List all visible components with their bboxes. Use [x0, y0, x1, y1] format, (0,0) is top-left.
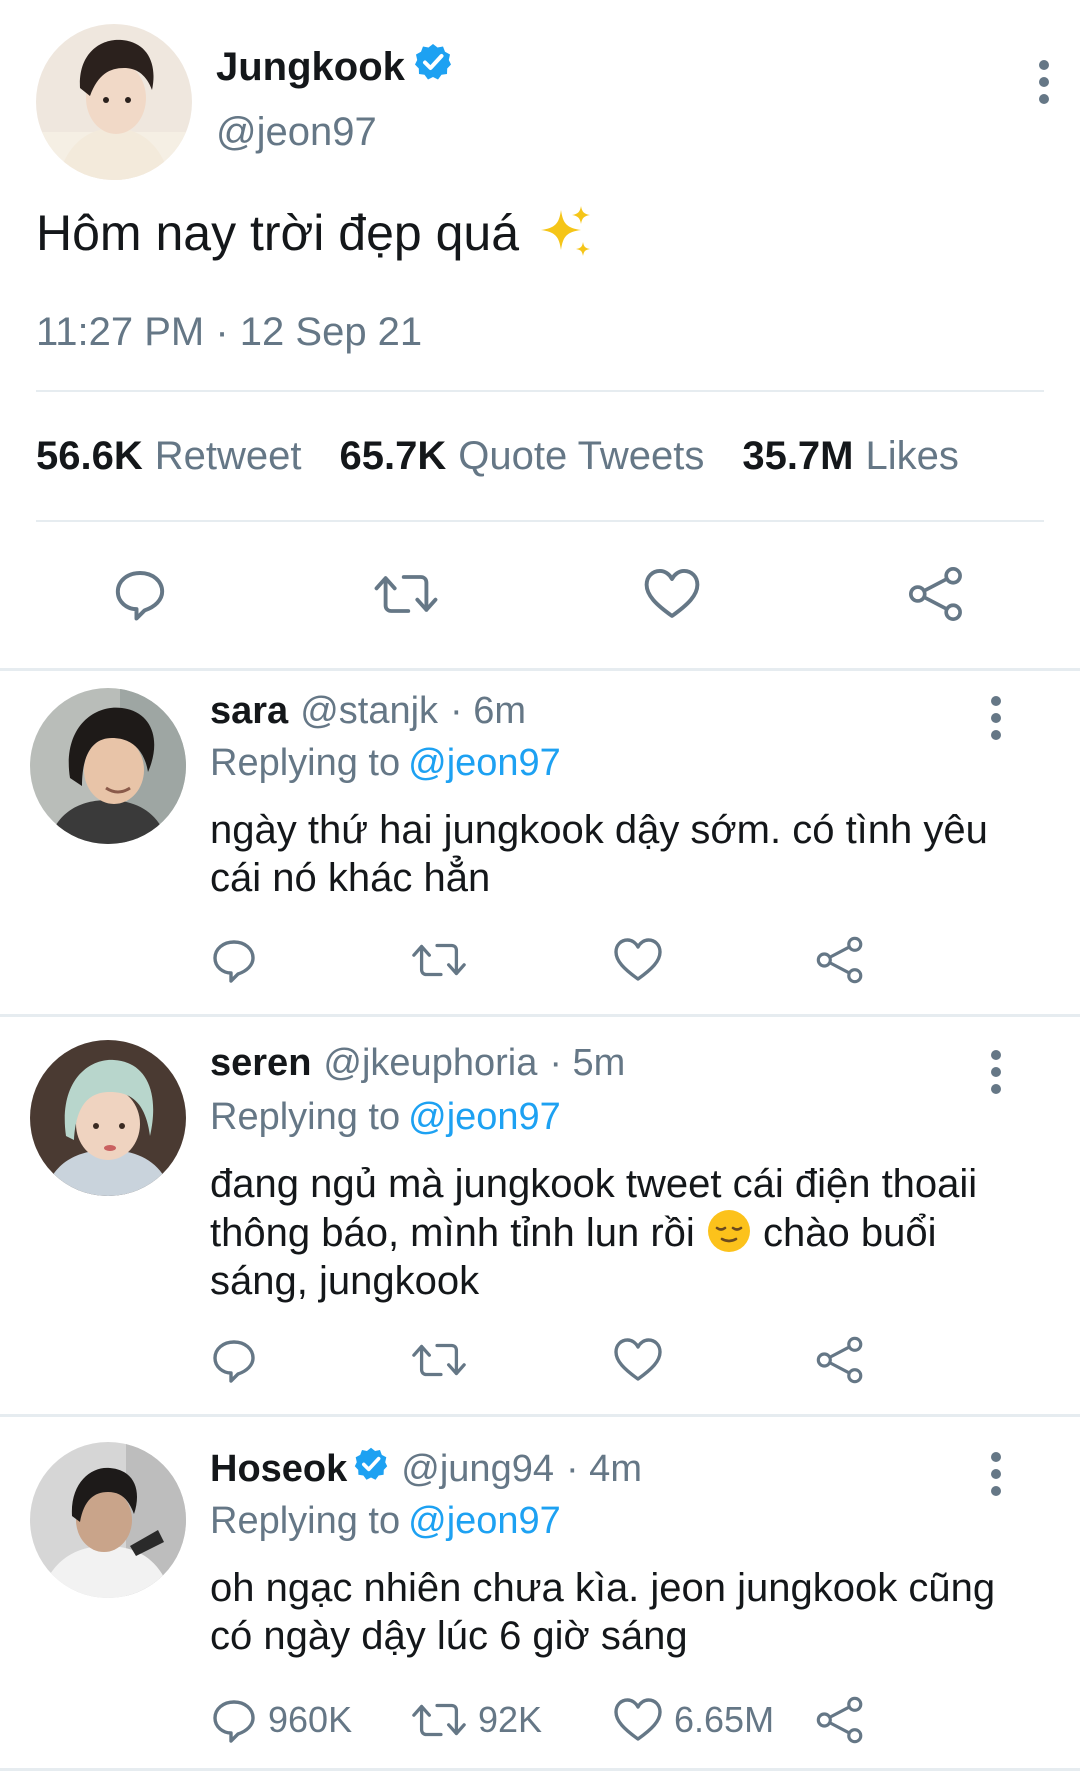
retweet-button[interactable]: 92K: [410, 1696, 542, 1744]
author-handle[interactable]: @jeon97: [216, 110, 377, 155]
reply-text: đang ngủ mà jungkook tweet cái điện thoa…: [210, 1160, 1010, 1305]
reply-author-name: Hoseok: [210, 1447, 348, 1490]
reply-author[interactable]: sara @stanjk · 6m: [210, 690, 526, 733]
retweet-icon: [410, 936, 468, 984]
more-icon[interactable]: [986, 696, 1006, 740]
reply-button[interactable]: [210, 1336, 258, 1384]
divider: [0, 1014, 1080, 1017]
replying-to: Replying to @jeon97: [210, 742, 561, 785]
reply-author-handle: @jkeuphoria: [323, 1042, 538, 1084]
tweet-text-content: Hôm nay trời đẹp quá: [36, 205, 520, 261]
tweet-stats: 56.6K Retweet 65.7K Quote Tweets 35.7M Like…: [36, 434, 997, 479]
retweet-count: 56.6K: [36, 434, 143, 478]
likes-stat[interactable]: 35.7M Likes: [742, 434, 959, 479]
like-button[interactable]: [642, 566, 702, 622]
like-icon: [612, 936, 664, 984]
like-count: 6.65M: [674, 1699, 775, 1740]
like-icon: [612, 1696, 664, 1744]
reply-button[interactable]: [112, 566, 168, 622]
reply-icon: [210, 936, 258, 984]
sparkles-icon: [541, 206, 591, 256]
verified-badge-icon: [353, 1446, 389, 1492]
reply-time: · 5m: [549, 1042, 626, 1084]
reply-icon: [210, 1336, 258, 1384]
replying-to: Replying to @jeon97: [210, 1096, 561, 1139]
verified-badge-icon: [413, 42, 453, 92]
reply-time: · 6m: [450, 690, 527, 732]
more-icon[interactable]: [1034, 60, 1054, 104]
reply-time: · 4m: [565, 1447, 642, 1490]
share-icon: [906, 566, 966, 622]
share-button[interactable]: [814, 1336, 866, 1384]
reply-button[interactable]: [210, 936, 258, 984]
retweet-icon: [410, 1336, 468, 1384]
retweet-count: 92K: [478, 1699, 543, 1740]
quote-tweets-stat[interactable]: 65.7K Quote Tweets: [340, 434, 705, 479]
reply-author[interactable]: seren @jkeuphoria · 5m: [210, 1042, 625, 1085]
reply-author-name: sara: [210, 690, 289, 732]
likes-label: Likes: [865, 434, 959, 478]
reply-author-handle: @jung94: [401, 1447, 554, 1490]
divider: [36, 390, 1044, 392]
quote-label: Quote Tweets: [458, 434, 705, 478]
reply-text: oh ngạc nhiên chưa kìa. jeon jungkook cũ…: [210, 1566, 996, 1658]
replying-to-label: Replying to: [210, 1500, 401, 1542]
retweet-icon: [410, 1696, 468, 1744]
avatar[interactable]: [30, 688, 186, 844]
mention-link[interactable]: @jeon97: [408, 1096, 561, 1138]
reply-text: ngày thứ hai jungkook dậy sớm. có tình y…: [210, 808, 988, 900]
retweet-stat[interactable]: 56.6K Retweet: [36, 434, 302, 479]
share-button[interactable]: [814, 936, 866, 984]
retweet-label: Retweet: [154, 434, 302, 478]
mention-link[interactable]: @jeon97: [408, 1500, 561, 1542]
reply-author-handle: @stanjk: [300, 690, 439, 732]
share-icon: [814, 1336, 866, 1384]
tweet-timestamp[interactable]: 11:27 PM · 12 Sep 21: [36, 310, 422, 355]
replying-to-label: Replying to: [210, 742, 401, 784]
mention-link[interactable]: @jeon97: [408, 742, 561, 784]
reply-count: 960K: [268, 1699, 353, 1740]
retweet-button[interactable]: [372, 566, 440, 622]
divider: [0, 668, 1080, 671]
likes-count: 35.7M: [742, 434, 854, 478]
reply-author-name: seren: [210, 1042, 312, 1084]
avatar[interactable]: [30, 1040, 186, 1196]
divider: [36, 520, 1044, 522]
main-tweet: Jungkook @jeon97 Hôm nay trời đẹp quá 11…: [0, 0, 1080, 668]
relieved-face-emoji: [707, 1210, 750, 1252]
share-button[interactable]: [814, 1696, 866, 1744]
reply-author[interactable]: Hoseok @jung94 · 4m: [210, 1446, 642, 1492]
replying-to: Replying to @jeon97: [210, 1500, 561, 1543]
author-name-text: Jungkook: [216, 44, 405, 89]
author-name[interactable]: Jungkook: [216, 42, 453, 92]
tweet-text: Hôm nay trời đẹp quá: [36, 204, 595, 262]
divider: [0, 1768, 1080, 1771]
share-icon: [814, 936, 866, 984]
more-icon[interactable]: [986, 1050, 1006, 1094]
retweet-button[interactable]: [410, 1336, 468, 1384]
like-button[interactable]: [612, 936, 664, 984]
reply-button[interactable]: 960K: [210, 1696, 352, 1744]
avatar[interactable]: [30, 1442, 186, 1598]
divider: [0, 1414, 1080, 1417]
share-icon: [814, 1696, 866, 1744]
share-button[interactable]: [906, 566, 966, 622]
avatar[interactable]: [36, 24, 192, 180]
like-icon: [612, 1336, 664, 1384]
like-icon: [642, 566, 702, 622]
replying-to-label: Replying to: [210, 1096, 401, 1138]
retweet-button[interactable]: [410, 936, 468, 984]
like-button[interactable]: 6.65M: [612, 1696, 774, 1744]
retweet-icon: [372, 566, 440, 622]
reply-icon: [112, 566, 168, 622]
more-icon[interactable]: [986, 1452, 1006, 1496]
quote-count: 65.7K: [339, 434, 447, 478]
like-button[interactable]: [612, 1336, 664, 1384]
reply-icon: [210, 1696, 258, 1744]
